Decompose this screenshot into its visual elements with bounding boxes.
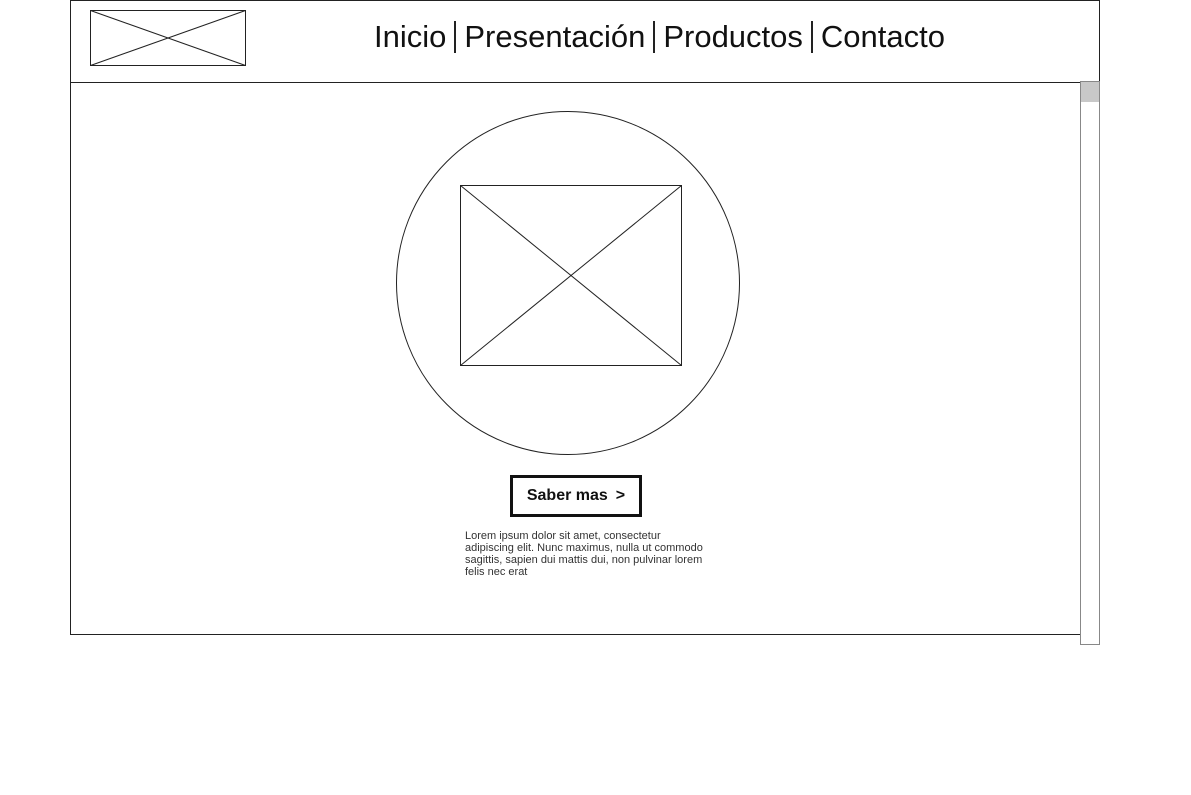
vertical-scrollbar[interactable]	[1080, 81, 1100, 645]
nav-separator	[454, 21, 457, 53]
nav-separator	[810, 21, 813, 53]
hero-image-placeholder-icon	[460, 185, 682, 366]
scroll-thumb[interactable]	[1081, 82, 1099, 102]
nav-item-productos[interactable]: Productos	[663, 19, 803, 55]
nav-item-contacto[interactable]: Contacto	[821, 19, 945, 55]
page-frame: Inicio Presentación Productos Contacto S…	[70, 0, 1100, 635]
saber-mas-button[interactable]: Saber mas >	[510, 475, 642, 517]
hero-description: Lorem ipsum dolor sit amet, consectetur …	[465, 530, 703, 578]
saber-mas-label: Saber mas	[526, 487, 608, 504]
nav-separator	[653, 21, 656, 53]
main-content: Saber mas > Lorem ipsum dolor sit amet, …	[71, 83, 1099, 634]
nav-item-presentacion[interactable]: Presentación	[464, 19, 645, 55]
main-nav: Inicio Presentación Productos Contacto	[374, 15, 945, 59]
nav-item-inicio[interactable]: Inicio	[374, 19, 446, 55]
logo-image-placeholder-icon[interactable]	[90, 10, 246, 66]
site-header: Inicio Presentación Productos Contacto	[71, 1, 1099, 83]
chevron-right-icon: >	[615, 487, 626, 504]
